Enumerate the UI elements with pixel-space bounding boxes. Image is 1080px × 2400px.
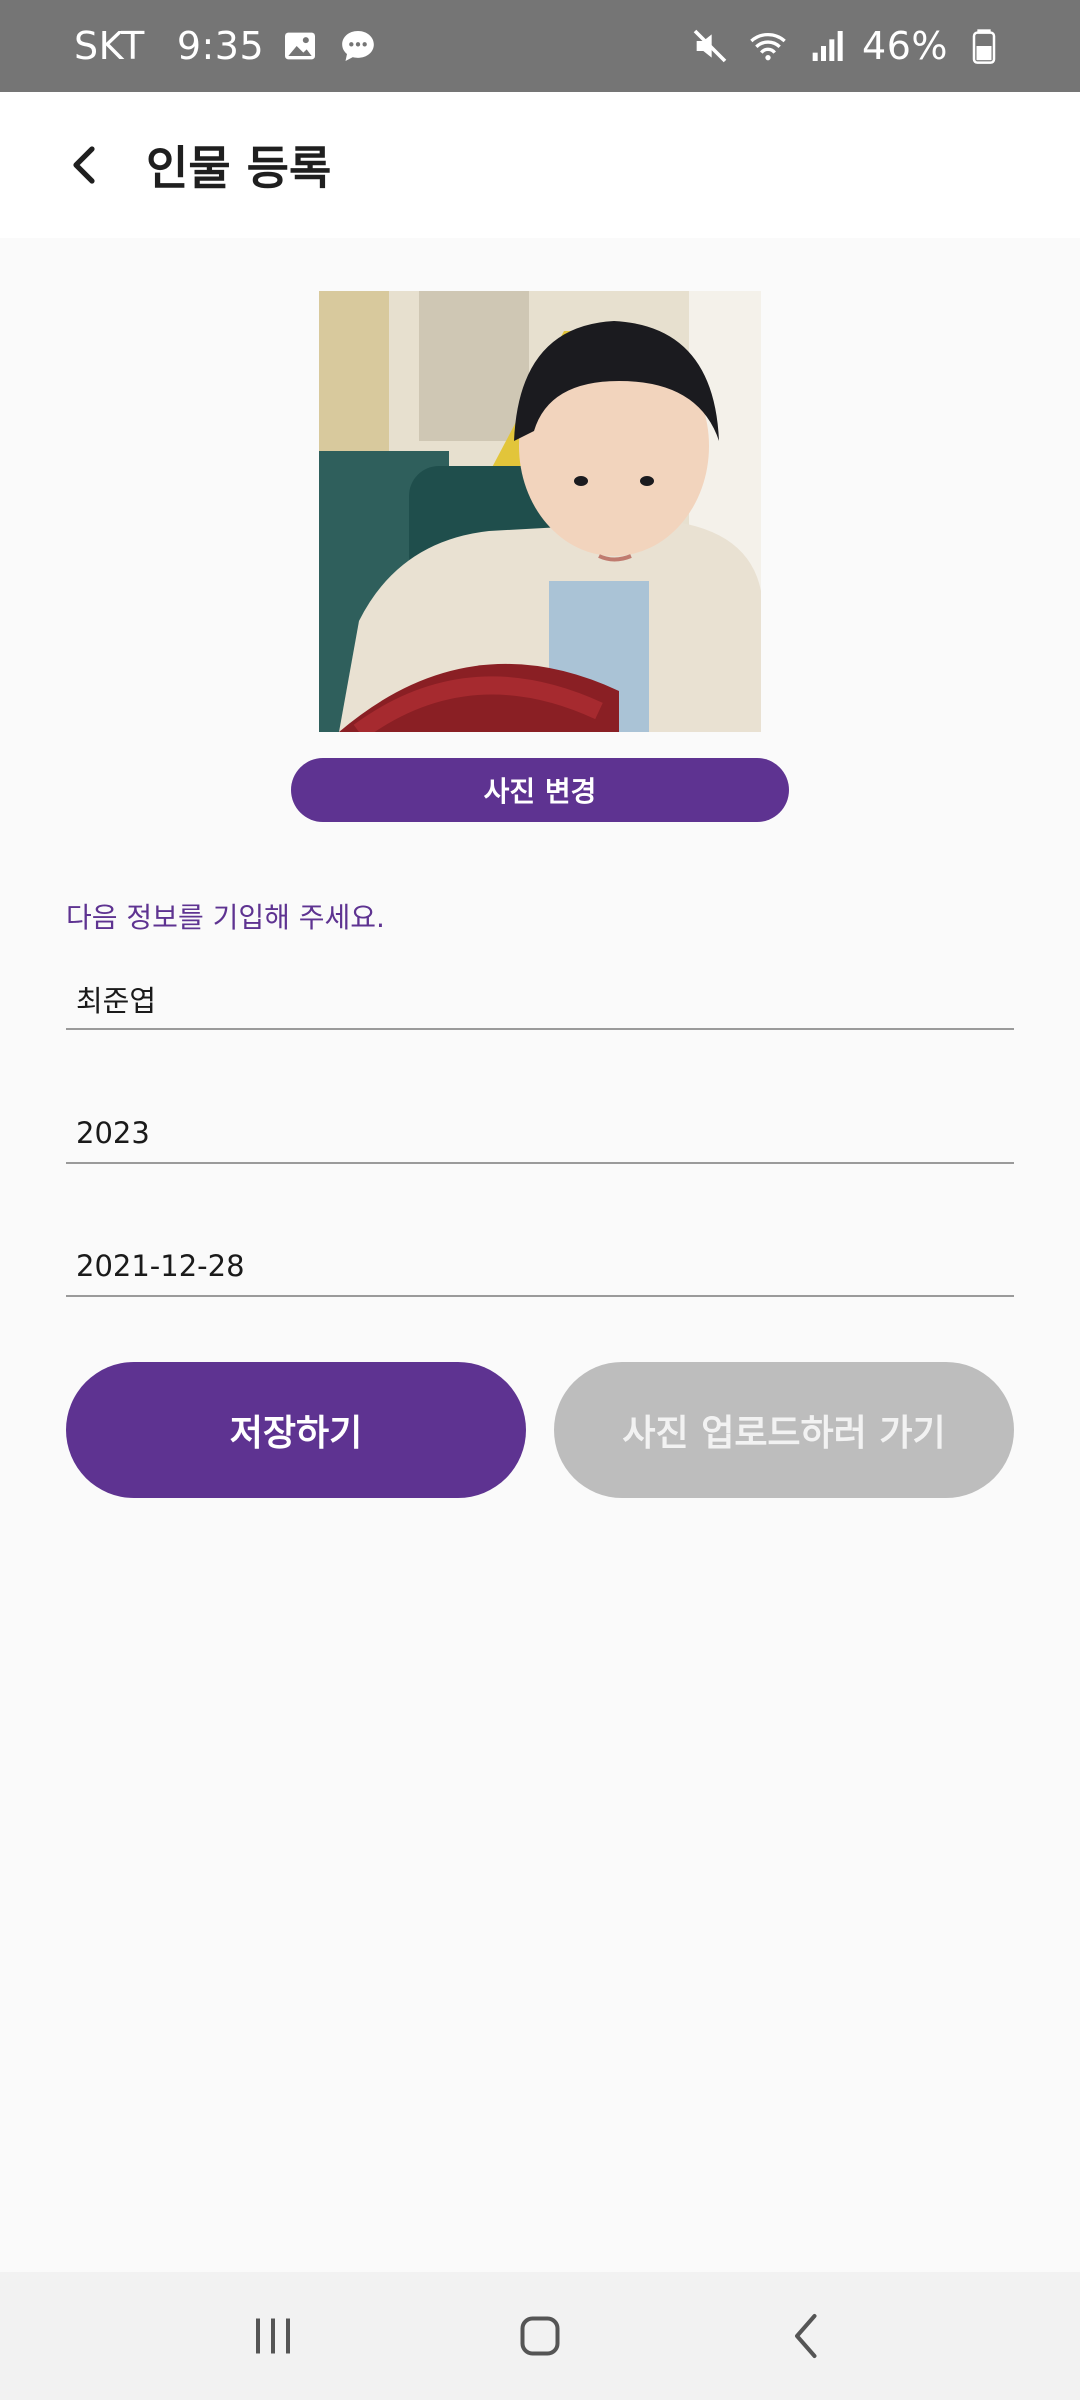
carrier-label: SKT	[74, 24, 145, 68]
profile-photo	[319, 291, 761, 732]
signal-icon	[804, 24, 848, 68]
name-field[interactable]	[66, 970, 1014, 1030]
home-icon	[520, 2316, 560, 2356]
status-left: SKT 9:35	[74, 24, 380, 68]
recent-apps-icon	[256, 2318, 291, 2354]
change-photo-button[interactable]: 사진 변경	[291, 758, 789, 822]
system-back-button[interactable]	[762, 2291, 852, 2381]
birthdate-input[interactable]	[76, 1249, 1014, 1283]
wifi-icon	[746, 24, 790, 68]
back-icon	[794, 2314, 817, 2358]
chat-icon	[336, 24, 380, 68]
clock: 9:35	[176, 24, 265, 68]
recent-apps-button[interactable]	[228, 2291, 318, 2381]
form-prompt: 다음 정보를 기입해 주세요.	[66, 901, 385, 934]
navigation-bar	[0, 2272, 1080, 2400]
birthdate-field[interactable]	[66, 1237, 1014, 1297]
battery-icon	[962, 24, 1006, 68]
chevron-left-icon	[73, 146, 95, 184]
status-right: 46%	[688, 24, 1006, 68]
page-title: 인물 등록	[146, 141, 332, 195]
home-button[interactable]	[495, 2291, 585, 2381]
back-button[interactable]	[56, 135, 116, 195]
app-bar: 인물 등록	[0, 92, 1080, 238]
upload-photo-button[interactable]: 사진 업로드하러 가기	[554, 1362, 1014, 1498]
gallery-icon	[278, 24, 322, 68]
name-input[interactable]	[76, 982, 1014, 1016]
battery-percent: 46%	[862, 24, 948, 68]
mute-icon	[688, 24, 732, 68]
save-button[interactable]: 저장하기	[66, 1362, 526, 1498]
status-bar: SKT 9:35 46%	[0, 0, 1080, 92]
year-field[interactable]	[66, 1104, 1014, 1164]
year-input[interactable]	[76, 1116, 1014, 1150]
